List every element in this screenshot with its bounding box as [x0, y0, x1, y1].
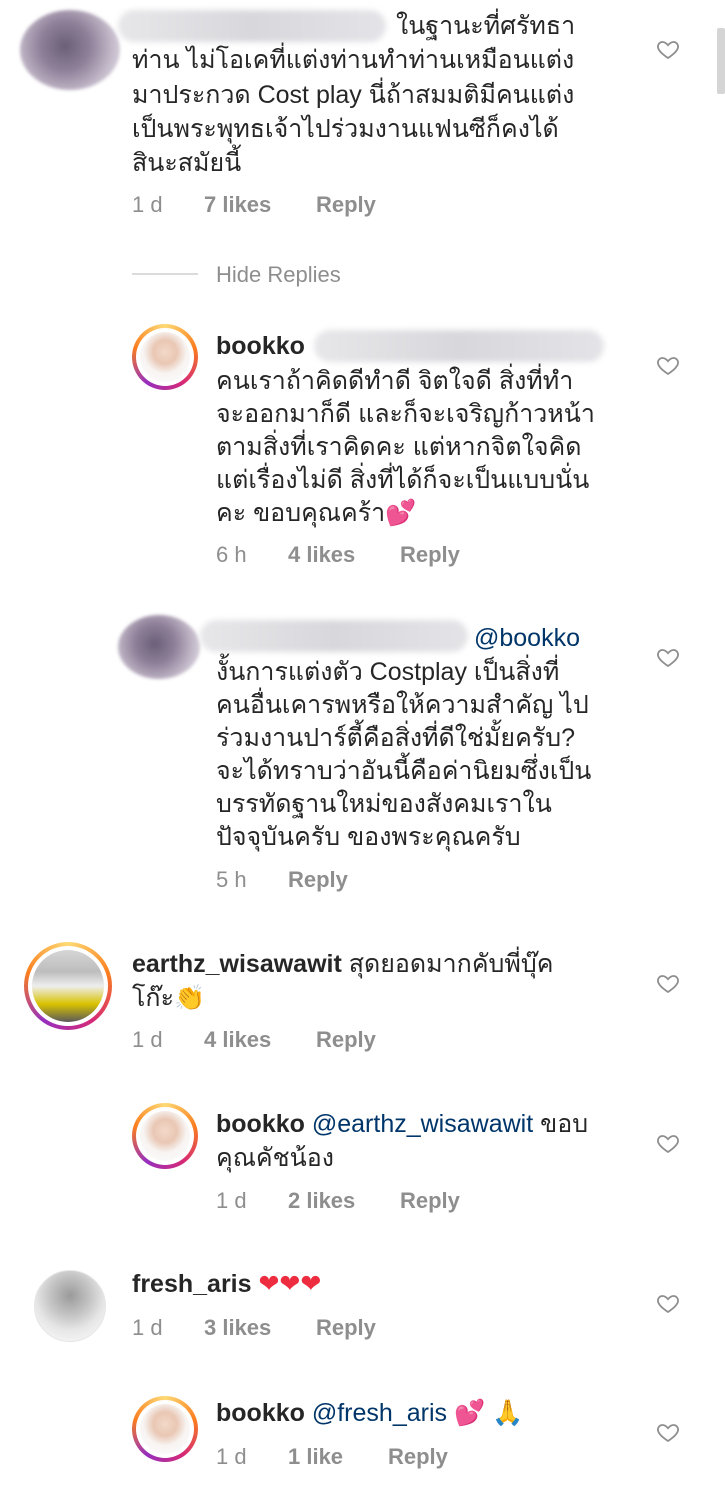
comment-text-line: ปัจจุบันครับ ของพระคุณครับ — [216, 823, 521, 851]
avatar[interactable] — [34, 1270, 106, 1342]
reply-button[interactable]: Reply — [400, 542, 460, 568]
reply-button[interactable]: Reply — [388, 1444, 448, 1470]
comment-time: 1 d — [132, 1315, 163, 1340]
hearts-pray-emoji: 💕 🙏 — [453, 1399, 524, 1427]
comment-time: 1 d — [216, 1444, 247, 1469]
reply-button[interactable]: Reply — [316, 1315, 376, 1341]
comment-text-line: ท่าน ไม่โอเคที่แต่งท่านทำท่านเหมือนแต่ง — [132, 46, 575, 74]
blurred-username — [200, 620, 468, 652]
comment-time: 1 d — [132, 1027, 163, 1052]
mention-link[interactable]: @fresh_aris — [312, 1399, 447, 1427]
comment-text-line: bookko @earthz_wisawawit ขอบ — [216, 1108, 588, 1141]
likes-count[interactable]: 4 likes — [288, 542, 355, 568]
comment-text-line: งั้นการแต่งตัว Costplay เป็นสิ่งที่ — [216, 658, 560, 686]
likes-count[interactable]: 1 like — [288, 1444, 343, 1470]
username[interactable]: fresh_aris — [132, 1270, 252, 1298]
scrollbar[interactable] — [717, 28, 725, 94]
mention-link[interactable]: @earthz_wisawawit — [312, 1110, 533, 1138]
likes-count[interactable]: 2 likes — [288, 1188, 355, 1214]
comment-text-line: ตามสิ่งที่เราคิดคะ แต่หากจิตใจคิด — [216, 433, 582, 461]
username[interactable]: bookko — [216, 1399, 305, 1427]
comment-text-line: ในฐานะที่ศรัทธา — [396, 12, 576, 40]
avatar-story-ring[interactable] — [132, 324, 198, 390]
username[interactable]: bookko — [216, 1110, 305, 1138]
comment-time: 1 d — [216, 1188, 247, 1213]
likes-count[interactable]: 3 likes — [204, 1315, 271, 1341]
like-heart-icon[interactable] — [656, 1420, 680, 1444]
comment-text-line: bookko @fresh_aris 💕 🙏 — [216, 1397, 523, 1430]
reply-button[interactable]: Reply — [400, 1188, 460, 1214]
avatar-story-ring[interactable] — [24, 942, 112, 1030]
like-heart-icon[interactable] — [656, 645, 680, 669]
comment-text-line: จะออกมาก็ดี และก็จะเจริญก้าวหน้า — [216, 400, 595, 428]
clapping-hands-emoji: 👏 — [174, 984, 206, 1012]
hide-replies-divider — [132, 273, 198, 275]
comment-text-line: สินะสมัยนี้ — [132, 149, 242, 177]
like-heart-icon[interactable] — [656, 1131, 680, 1155]
comment-time: 6 h — [216, 542, 247, 567]
two-hearts-emoji: 💕 — [385, 499, 417, 527]
comment-text-line: คนเราถ้าคิดดีทำดี จิตใจดี สิ่งที่ทำ — [216, 367, 574, 395]
red-hearts-emoji: ❤❤❤ — [258, 1270, 322, 1298]
comment-text-line: earthz_wisawawit สุดยอดมากคับพี่บุ๊ค — [132, 948, 553, 981]
avatar-story-ring[interactable] — [132, 1103, 198, 1169]
comment-text-line: โก๊ะ👏 — [132, 982, 205, 1015]
comment-text-line: แต่เรื่องไม่ดี สิ่งที่ได้ก็จะเป็นแบบนั่น — [216, 466, 590, 494]
blurred-comment — [314, 330, 604, 362]
avatar[interactable] — [118, 615, 200, 679]
comment-text-line: คนอื่นเคารพหรือให้ความสำคัญ ไป — [216, 691, 589, 719]
blurred-username — [118, 10, 386, 42]
reply-button[interactable]: Reply — [288, 867, 348, 893]
comment-time: 5 h — [216, 867, 247, 892]
like-heart-icon[interactable] — [656, 1291, 680, 1315]
comment-text-line: มาประกวด Cost play นี่ถ้าสมมติมีคนแต่ง — [132, 81, 575, 109]
comment-text: คะ ขอบคุณคร้า — [216, 499, 386, 527]
avatar[interactable] — [20, 10, 120, 90]
likes-count[interactable]: 4 likes — [204, 1027, 271, 1053]
comment-text-line: เป็นพระพุทธเจ้าไปร่วมงานแฟนซีก็คงได้ — [132, 115, 559, 143]
avatar-story-ring[interactable] — [132, 1396, 198, 1462]
comment-text-line: ร่วมงานปาร์ตี้คือสิ่งที่ดีใช่มั้ยครับ? — [216, 724, 575, 752]
reply-button[interactable]: Reply — [316, 1027, 376, 1053]
comment-text: สุดยอดมากคับพี่บุ๊ค — [348, 950, 554, 978]
likes-count[interactable]: 7 likes — [204, 192, 271, 218]
comment-time: 1 d — [132, 192, 163, 217]
like-heart-icon[interactable] — [656, 353, 680, 377]
username[interactable]: bookko — [216, 330, 305, 363]
comment-text-line: คุณคัชน้อง — [216, 1144, 334, 1172]
comment-text-line: บรรทัดฐานใหม่ของสังคมเราใน — [216, 790, 552, 818]
like-heart-icon[interactable] — [656, 37, 680, 61]
hide-replies-button[interactable]: Hide Replies — [216, 262, 341, 288]
comment-text-line: คะ ขอบคุณคร้า💕 — [216, 497, 416, 530]
comment-text-line: fresh_aris ❤❤❤ — [132, 1268, 321, 1301]
reply-button[interactable]: Reply — [316, 192, 376, 218]
like-heart-icon[interactable] — [656, 971, 680, 995]
comment-text-line: จะได้ทราบว่าอันนี้คือค่านิยมซึ่งเป็น — [216, 757, 592, 785]
comment-text: ขอบ — [540, 1110, 589, 1138]
username[interactable]: earthz_wisawawit — [132, 950, 342, 978]
comment-text: โก๊ะ — [132, 984, 174, 1012]
mention-link[interactable]: @bookko — [474, 622, 580, 655]
